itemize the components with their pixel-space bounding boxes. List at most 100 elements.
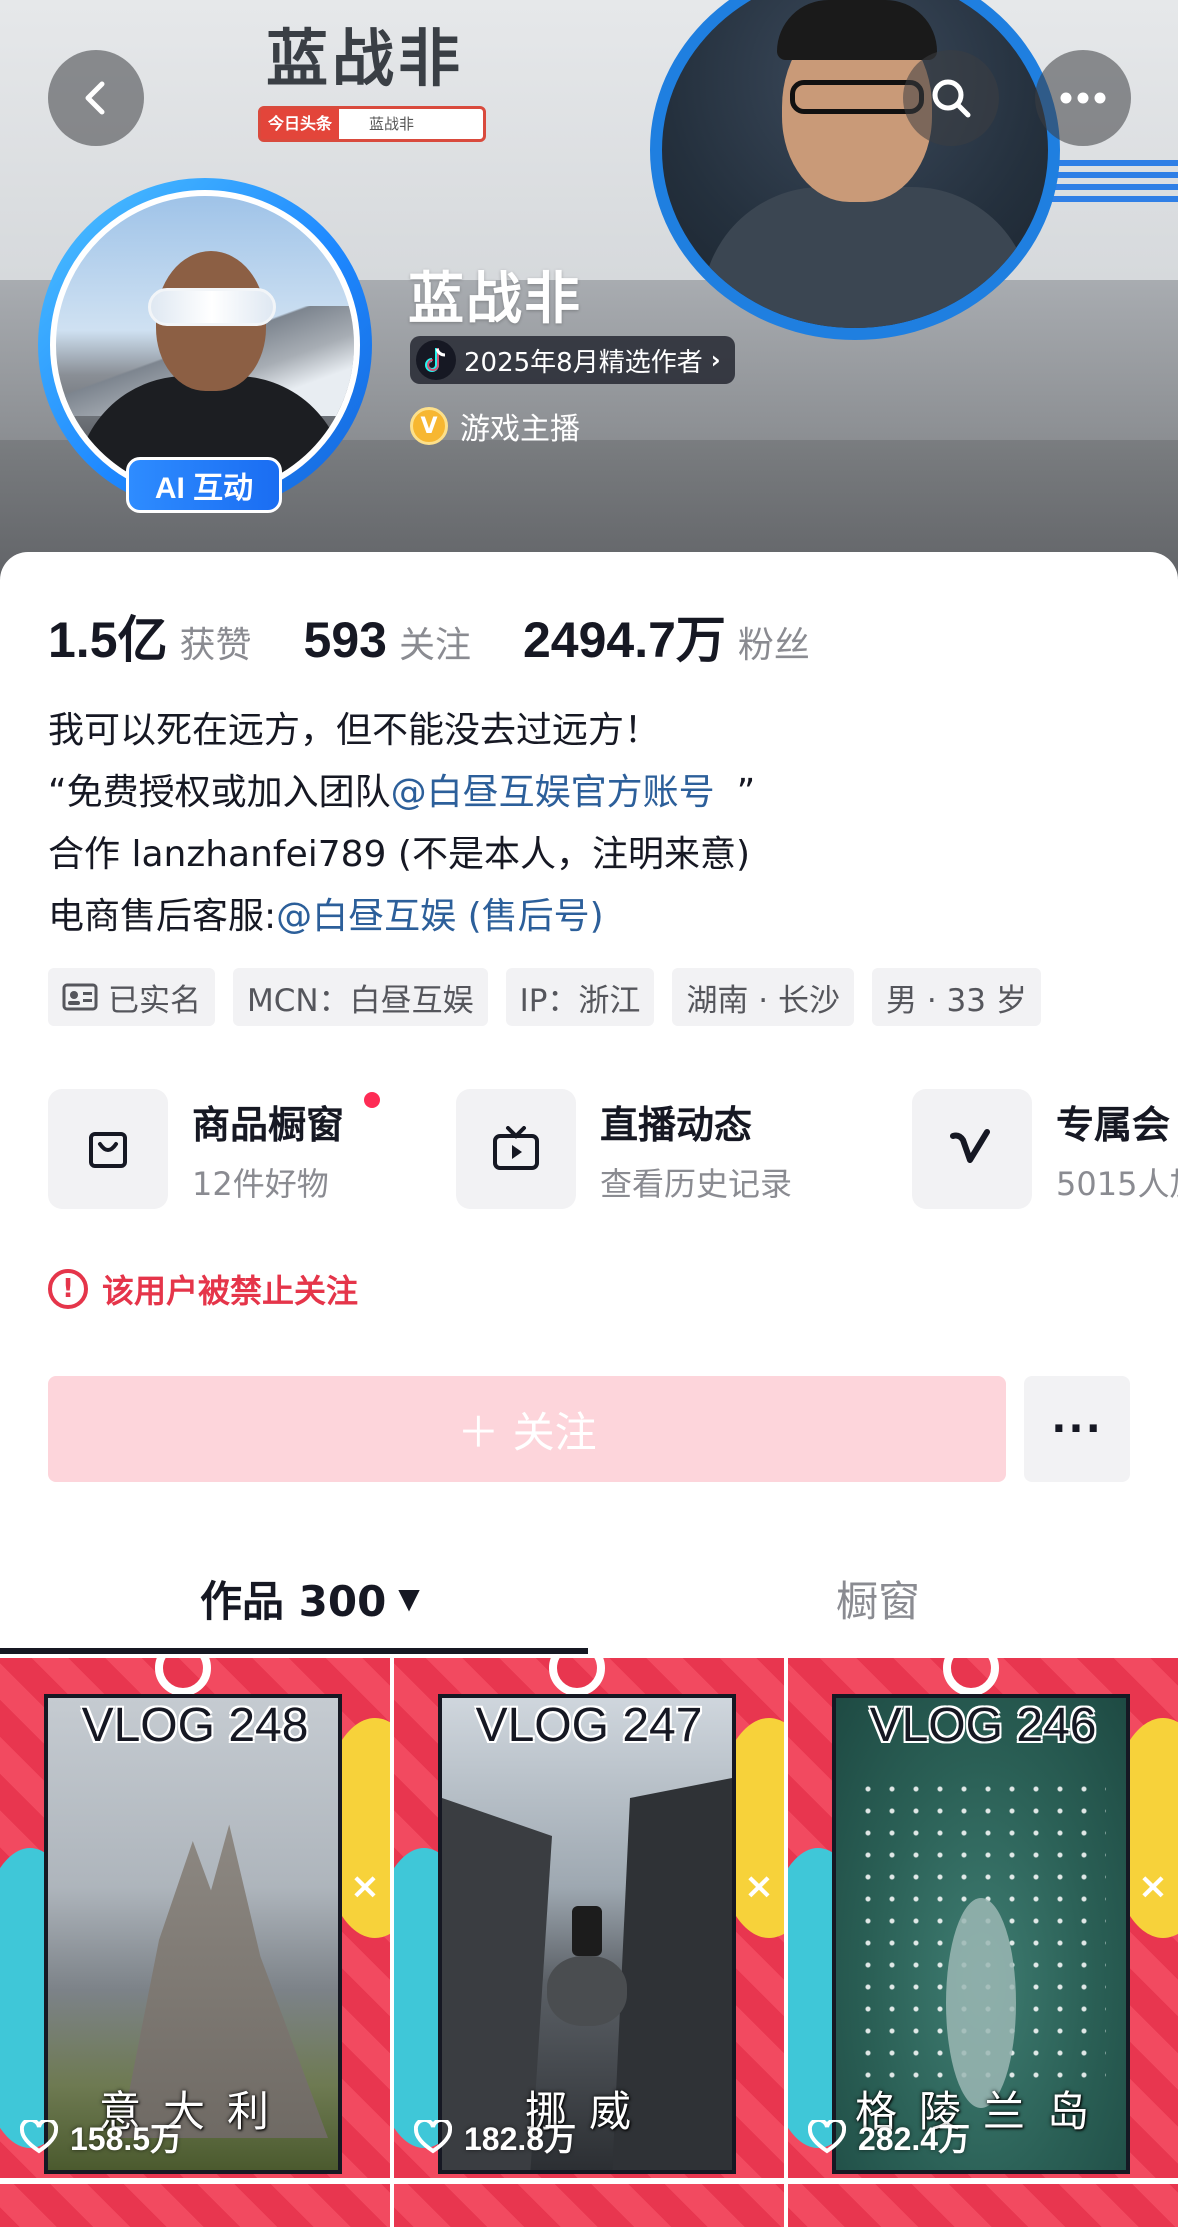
caret-down-icon: ▼ <box>398 1582 420 1615</box>
banner-sign-title: 蓝战非 <box>266 22 465 95</box>
verification-row: V 游戏主播 <box>410 404 580 448</box>
banner-sign-searchbar: 今日头条 蓝战非 <box>258 106 486 142</box>
banner-sign-tag: 今日头条 <box>261 109 339 139</box>
video-like-count: 158.5万 <box>70 2121 183 2157</box>
bio-mention-link[interactable]: @白昼互娱官方账号 <box>391 772 715 813</box>
stat-followers-label: 粉丝 <box>737 625 810 666</box>
bio-mention-link[interactable]: @白昼互娱 (售后号) <box>276 896 604 937</box>
banner-sign: 蓝战非 今日头条 蓝战非 <box>256 8 496 142</box>
tiktok-logo-icon <box>416 340 456 380</box>
service-title: 专属会 <box>1056 1102 1171 1147</box>
close-icon: × <box>1137 1866 1168 1907</box>
stat-following[interactable]: 593 关注 <box>304 611 471 669</box>
video-card-partial[interactable] <box>788 2184 1178 2227</box>
back-button[interactable] <box>48 50 144 146</box>
video-card-partial[interactable] <box>394 2184 784 2227</box>
tag-gender-age: 男 · 33 岁 <box>872 968 1041 1026</box>
avatar[interactable] <box>50 190 360 500</box>
stat-likes[interactable]: 1.5亿 获赞 <box>48 600 252 672</box>
video-title: VLOG 246 <box>869 1699 1097 1752</box>
stat-followers-value: 2494.7万 <box>522 612 726 668</box>
alert-circle-icon: ! <box>48 1269 88 1309</box>
profile-stats: 1.5亿 获赞 593 关注 2494.7万 粉丝 <box>48 600 862 672</box>
stat-likes-label: 获赞 <box>179 625 252 666</box>
profile-name: 蓝战非 <box>408 267 582 332</box>
close-icon: × <box>743 1866 774 1907</box>
heart-icon <box>20 2120 58 2154</box>
follow-banned-notice: ! 该用户被禁止关注 <box>48 1266 358 1312</box>
service-entries: 商品橱窗 12件好物 直播动态 查看历史记录 专属会 5015人加 <box>48 1088 1178 1210</box>
video-likes: 182.8万 <box>414 2114 576 2160</box>
bio-text: “免费授权或加入团队 <box>48 772 391 813</box>
bio-line: 电商售后客服:@白昼互娱 (售后号) <box>48 886 755 948</box>
heart-icon <box>808 2120 846 2154</box>
service-live-history[interactable]: 直播动态 查看历史记录 <box>456 1088 792 1210</box>
service-title: 商品橱窗 <box>192 1102 345 1147</box>
banner-portrait <box>650 0 1060 340</box>
profile-bio: 我可以死在远方，但不能没去过远方！ “免费授权或加入团队@白昼互娱官方账号 ” 合… <box>48 700 755 948</box>
stat-followers[interactable]: 2494.7万 粉丝 <box>523 600 810 672</box>
video-card[interactable]: VLOG 248 × 意大利 158.5万 <box>0 1658 390 2178</box>
tab-works[interactable]: 作品 300 ▼ <box>200 1568 420 1629</box>
content-tabs: 作品 300 ▼ 橱窗 <box>0 1546 1178 1656</box>
tab-shop-window[interactable]: 橱窗 <box>836 1568 920 1629</box>
chevron-right-icon: › <box>710 346 721 374</box>
stat-following-value: 593 <box>303 612 387 668</box>
tag-label: 湖南 · 长沙 <box>686 982 840 1019</box>
search-button[interactable] <box>903 50 999 146</box>
banner-sign-search-text: 蓝战非 <box>369 115 415 133</box>
tag-label: 已实名 <box>108 982 201 1019</box>
active-tab-indicator <box>0 1648 588 1654</box>
service-title: 直播动态 <box>600 1102 753 1147</box>
video-like-count: 182.8万 <box>464 2121 577 2157</box>
verification-label: 游戏主播 <box>460 412 580 447</box>
stat-following-label: 关注 <box>398 625 471 666</box>
service-exclusive-membership[interactable]: 专属会 5015人加 <box>912 1088 1178 1210</box>
video-card-partial[interactable] <box>0 2184 390 2227</box>
service-shop-window[interactable]: 商品橱窗 12件好物 <box>48 1088 380 1210</box>
video-likes: 282.4万 <box>808 2114 970 2160</box>
more-actions-button[interactable]: ··· <box>1024 1376 1130 1482</box>
tag-ip-location: IP：浙江 <box>505 968 655 1026</box>
service-subtitle: 12件好物 <box>192 1164 329 1203</box>
more-options-button[interactable] <box>1035 50 1131 146</box>
more-horizontal-icon <box>1060 92 1106 104</box>
banned-notice-text: 该用户被禁止关注 <box>102 1272 359 1310</box>
bio-text: 电商售后客服: <box>48 896 277 937</box>
video-title: VLOG 247 <box>475 1699 703 1752</box>
v-logo-icon <box>912 1089 1032 1209</box>
video-title: VLOG 248 <box>81 1699 309 1752</box>
verified-v-icon: V <box>410 407 448 445</box>
follow-button[interactable]: ＋ 关注 <box>48 1376 1006 1482</box>
video-card[interactable]: VLOG 246 × 格陵兰岛 282.4万 <box>788 1658 1178 2178</box>
video-card[interactable]: VLOG 247 × 挪威 182.8万 <box>394 1658 784 2178</box>
heart-icon <box>414 2120 452 2154</box>
profile-tags: 已实名 MCN：白昼互娱 IP：浙江 湖南 · 长沙 男 · 33 岁 <box>48 968 1041 1026</box>
tab-works-label: 作品 300 <box>200 1577 387 1626</box>
ai-interaction-badge[interactable]: AI 互动 <box>126 457 282 513</box>
tag-label: IP：浙江 <box>519 982 641 1019</box>
tag-city: 湖南 · 长沙 <box>672 968 854 1026</box>
notification-dot <box>364 1092 380 1108</box>
service-subtitle: 查看历史记录 <box>600 1164 793 1203</box>
video-like-count: 282.4万 <box>858 2121 971 2157</box>
search-icon <box>932 79 971 118</box>
video-likes: 158.5万 <box>20 2114 182 2160</box>
id-card-icon <box>62 983 98 1011</box>
featured-creator-badge[interactable]: 2025年8月精选作者 › <box>410 336 735 384</box>
tv-icon <box>456 1089 576 1209</box>
creator-badge-label: 2025年8月精选作者 <box>464 347 703 378</box>
shopping-bag-icon <box>48 1089 168 1209</box>
stat-likes-value: 1.5亿 <box>48 612 168 668</box>
video-grid: VLOG 248 × 意大利 158.5万 VLOG 247 × 挪威 182.… <box>0 1658 1178 2227</box>
service-subtitle: 5015人加 <box>1056 1164 1178 1203</box>
tag-label: 男 · 33 岁 <box>886 982 1027 1019</box>
bio-text: ” <box>736 772 756 813</box>
chevron-left-icon <box>85 81 105 115</box>
bio-line: 我可以死在远方，但不能没去过远方！ <box>48 710 661 751</box>
tag-mcn[interactable]: MCN：白昼互娱 <box>233 968 488 1026</box>
bio-line: 合作 lanzhanfei789 (不是本人，注明来意) <box>48 834 750 875</box>
bio-line: “免费授权或加入团队@白昼互娱官方账号 ” <box>48 762 755 824</box>
tag-verified-name[interactable]: 已实名 <box>48 968 215 1026</box>
close-icon: × <box>349 1866 380 1907</box>
